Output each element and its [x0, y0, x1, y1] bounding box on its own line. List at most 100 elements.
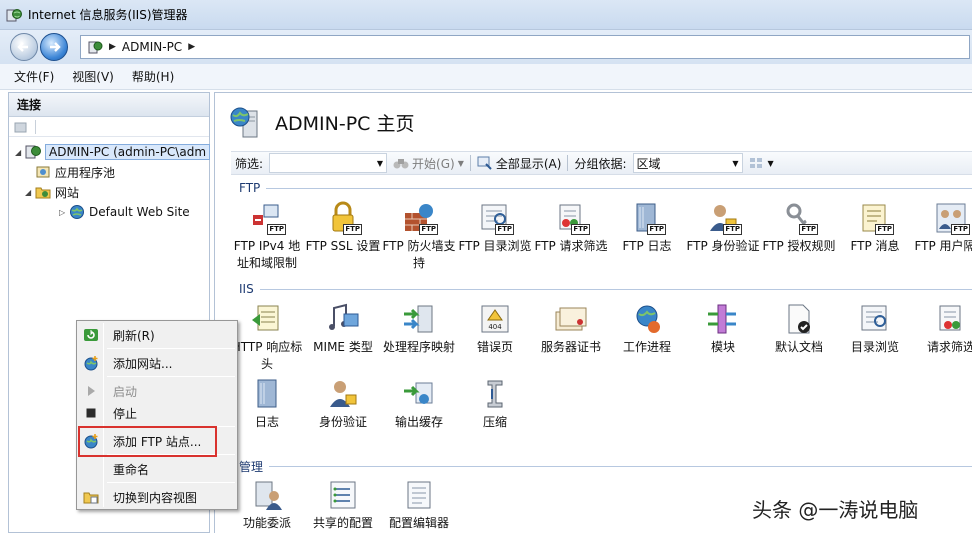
tree-node-sites[interactable]: ◢ 网站 [25, 183, 80, 201]
group-by-label: 分组依据: [574, 156, 627, 171]
dropdown-arrow-icon: ▼ [457, 158, 464, 168]
feature-error-pages[interactable]: 404 错误页 [457, 302, 533, 356]
chevron-right-icon: ▶ [109, 42, 116, 52]
tree-label-sites: 网站 [55, 185, 80, 200]
configuration-editor-icon [402, 478, 436, 512]
feature-label: FTP 授权规则 [762, 239, 836, 253]
start-filter-button[interactable]: 开始(G) ▼ [393, 155, 464, 172]
menu-item-start[interactable]: 启动 [79, 380, 235, 402]
feature-label: 输出缓存 [394, 415, 443, 429]
breadcrumb-server[interactable]: ADMIN-PC [122, 40, 182, 54]
feature-configuration-editor[interactable]: 配置编辑器 [381, 478, 457, 532]
menu-item-switch-to-content-view[interactable]: 切换到内容视图 [79, 486, 235, 508]
menu-view[interactable]: 视图(V) [72, 68, 114, 85]
feature-default-document[interactable]: 默认文档 [761, 302, 837, 356]
menu-item-label: 切换到内容视图 [113, 490, 198, 505]
feature-ftp-request-filtering[interactable]: FTP FTP 请求筛选 [533, 201, 609, 255]
feature-label: FTP 防火墙支持 [382, 239, 456, 270]
section-divider [269, 466, 972, 467]
feature-ftp-logging[interactable]: FTP FTP 日志 [609, 201, 685, 255]
menu-item-refresh[interactable]: 刷新(R) [79, 324, 235, 346]
feature-directory-browsing[interactable]: 目录浏览 [837, 302, 913, 356]
view-tiles-icon [749, 158, 762, 168]
feature-label: 身份验证 [318, 415, 367, 429]
forward-button[interactable] [40, 33, 68, 61]
page-title: ADMIN-PC 主页 [275, 112, 415, 135]
feature-shared-configuration[interactable]: 共享的配置 [305, 478, 381, 532]
user-isolation-icon: FTP [934, 201, 970, 235]
feature-delegation[interactable]: 功能委派 [229, 478, 305, 532]
expand-icon[interactable]: ▷ [59, 208, 69, 217]
feature-label: 处理程序映射 [382, 340, 455, 354]
connections-toolbar [9, 117, 209, 137]
collapse-icon[interactable]: ◢ [15, 148, 25, 157]
mime-types-icon [326, 302, 360, 336]
context-menu: 刷新(R) 添加网站... 启动 停止 添加 FTP 站点... 重命名 切换到… [76, 320, 238, 510]
response-headers-icon [250, 302, 284, 336]
feature-ftp-messages[interactable]: FTP FTP 消息 [837, 201, 913, 255]
view-mode-button[interactable]: ▼ [749, 156, 774, 170]
feature-logging[interactable]: 日志 [229, 377, 305, 431]
section-divider [259, 288, 972, 290]
compression-icon [478, 377, 512, 411]
menu-item-label: 停止 [113, 406, 138, 421]
feature-ftp-firewall[interactable]: FTP FTP 防火墙支持 [381, 201, 457, 272]
back-button[interactable] [10, 33, 38, 61]
feature-output-caching[interactable]: 输出缓存 [381, 377, 457, 431]
navigation-bar: ▶ ADMIN-PC ▶ [0, 30, 972, 64]
feature-label: FTP SSL 设置 [305, 239, 381, 253]
feature-ftp-authorization-rules[interactable]: FTP FTP 授权规则 [761, 201, 837, 255]
feature-ftp-directory-browsing[interactable]: FTP FTP 目录浏览 [457, 201, 533, 255]
feature-http-response-headers[interactable]: HTTP 响应标头 [229, 302, 305, 373]
feature-modules[interactable]: 模块 [685, 302, 761, 356]
error-page-icon: 404 [478, 302, 512, 336]
output-cache-icon [402, 377, 436, 411]
dropdown-arrow-icon[interactable]: ▼ [377, 159, 383, 168]
feature-mime-types[interactable]: MIME 类型 [305, 302, 381, 356]
menu-bar: 文件(F) 视图(V) 帮助(H) [0, 64, 972, 90]
filter-input[interactable]: ▼ [269, 153, 388, 173]
tree-node-default-site[interactable]: ▷ Default Web Site [59, 203, 190, 221]
menu-item-label: 刷新(R) [113, 328, 155, 343]
feature-label: FTP IPv4 地址和域限制 [233, 239, 301, 270]
feature-ftp-authentication[interactable]: FTP FTP 身份验证 [685, 201, 761, 255]
section-iis[interactable]: IIS [239, 282, 972, 296]
user-lock-icon [326, 377, 360, 411]
connect-icon[interactable] [13, 120, 29, 134]
section-management[interactable]: 管理 [239, 458, 972, 475]
feature-label: 配置编辑器 [388, 516, 449, 530]
show-all-button[interactable]: 全部显示(A) [477, 155, 561, 172]
ip-restrictions-icon: FTP [250, 201, 286, 235]
menu-item-add-site[interactable]: 添加网站... [79, 352, 235, 374]
binoculars-icon [393, 159, 409, 169]
menu-item-rename[interactable]: 重命名 [79, 458, 235, 480]
collapse-icon[interactable]: ◢ [25, 188, 35, 197]
address-field[interactable]: ▶ ADMIN-PC ▶ [80, 35, 970, 59]
section-ftp[interactable]: FTP [239, 181, 972, 195]
feature-compression[interactable]: 压缩 [457, 377, 533, 431]
feature-label: HTTP 响应标头 [231, 340, 303, 371]
tree-node-server[interactable]: ◢ ADMIN-PC (admin-PC\adm [15, 143, 211, 161]
feature-request-filtering[interactable]: 请求筛选 [913, 302, 972, 356]
menu-item-stop[interactable]: 停止 [79, 402, 235, 424]
feature-label: 请求筛选 [926, 340, 972, 354]
feature-ftp-ssl[interactable]: FTP FTP SSL 设置 [305, 201, 381, 255]
highlight-annotation [78, 426, 217, 457]
menu-help[interactable]: 帮助(H) [132, 68, 174, 85]
server-icon [25, 145, 41, 159]
certificate-icon [554, 302, 588, 336]
feature-label: 错误页 [476, 340, 513, 354]
globe-icon [70, 205, 84, 219]
tree-node-app-pools[interactable]: 应用程序池 [35, 163, 115, 181]
feature-server-certificates[interactable]: 服务器证书 [533, 302, 609, 356]
filter-label: 筛选: [235, 156, 264, 171]
chevron-right-icon[interactable]: ▶ [188, 42, 195, 52]
worker-process-icon [630, 302, 664, 336]
feature-worker-processes[interactable]: 工作进程 [609, 302, 685, 356]
feature-authentication[interactable]: 身份验证 [305, 377, 381, 431]
group-by-select[interactable]: 区域 ▼ [632, 153, 743, 173]
feature-ftp-user-isolation[interactable]: FTP FTP 用户隔离 [913, 201, 972, 255]
feature-ftp-ip-restrictions[interactable]: FTP FTP IPv4 地址和域限制 [229, 201, 305, 272]
menu-file[interactable]: 文件(F) [14, 68, 54, 85]
feature-handler-mappings[interactable]: 处理程序映射 [381, 302, 457, 356]
